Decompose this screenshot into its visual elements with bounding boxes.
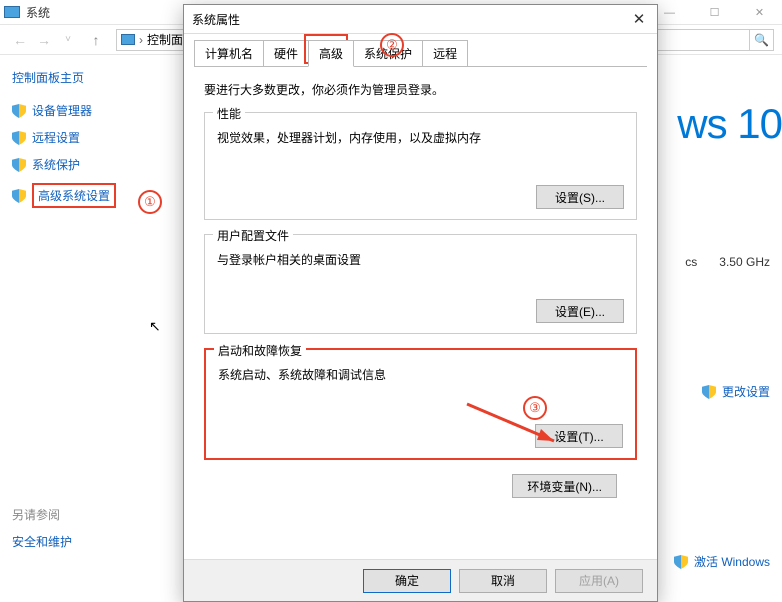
sidebar-item-label: 高级系统设置 — [32, 183, 116, 208]
dialog-titlebar: 系统属性 ✕ — [184, 5, 657, 33]
sidebar-item-label: 系统保护 — [32, 156, 80, 173]
system-properties-dialog: 系统属性 ✕ 计算机名 硬件 高级 系统保护 远程 ② 要进行大多数更改，你必须… — [183, 4, 658, 602]
back-icon[interactable]: ← — [8, 32, 32, 48]
control-panel-home[interactable]: 控制面板主页 — [12, 69, 163, 86]
windows-brand: ws 10 — [677, 100, 782, 148]
dropdown-icon[interactable]: ˅ — [56, 34, 80, 45]
profile-settings-button[interactable]: 设置(E)... — [536, 299, 624, 323]
shield-icon — [12, 131, 26, 145]
tab-hardware[interactable]: 硬件 — [263, 40, 309, 67]
shield-icon — [12, 158, 26, 172]
user-profile-group: 用户配置文件 与登录帐户相关的桌面设置 设置(E)... — [204, 234, 637, 334]
change-settings-link[interactable]: 更改设置 — [702, 383, 770, 400]
maximize-button[interactable]: ☐ — [692, 0, 737, 25]
see-also-header: 另请参阅 — [12, 506, 72, 523]
path-icon — [121, 34, 135, 45]
group-title: 启动和故障恢复 — [214, 342, 306, 359]
sidebar-item-remote[interactable]: 远程设置 — [12, 129, 163, 146]
intro-text: 要进行大多数更改，你必须作为管理员登录。 — [204, 81, 637, 98]
sidebar-item-label: 设备管理器 — [32, 102, 92, 119]
sidebar-item-protection[interactable]: 系统保护 — [12, 156, 163, 173]
system-icon — [4, 6, 20, 18]
shield-icon — [674, 555, 688, 569]
annotation-3: ③ — [523, 396, 547, 420]
startup-settings-button[interactable]: 设置(T)... — [535, 424, 623, 448]
startup-recovery-group: 启动和故障恢复 系统启动、系统故障和调试信息 设置(T)... ③ — [204, 348, 637, 460]
group-desc: 视觉效果，处理器计划，内存使用，以及虚拟内存 — [217, 129, 624, 146]
apply-button[interactable]: 应用(A) — [555, 569, 643, 593]
performance-group: 性能 视觉效果，处理器计划，内存使用，以及虚拟内存 设置(S)... — [204, 112, 637, 220]
tab-computer-name[interactable]: 计算机名 — [194, 40, 264, 67]
search-icon[interactable]: 🔍 — [750, 29, 774, 51]
annotation-2: ② — [380, 33, 404, 57]
dialog-buttons: 确定 取消 应用(A) — [184, 559, 657, 601]
group-desc: 与登录帐户相关的桌面设置 — [217, 251, 624, 268]
shield-icon — [702, 385, 716, 399]
see-also: 另请参阅 安全和维护 — [12, 506, 72, 560]
ok-button[interactable]: 确定 — [363, 569, 451, 593]
annotation-1: ① — [138, 190, 162, 214]
up-icon[interactable]: ↑ — [84, 32, 108, 48]
window-title: 系统 — [26, 4, 50, 21]
sidebar-item-label: 安全和维护 — [12, 533, 72, 550]
sidebar-item-label: 远程设置 — [32, 129, 80, 146]
close-icon[interactable]: ✕ — [627, 10, 651, 28]
env-vars-button[interactable]: 环境变量(N)... — [512, 474, 617, 498]
shield-icon — [12, 104, 26, 118]
forward-icon[interactable]: → — [32, 32, 56, 48]
tab-advanced[interactable]: 高级 — [308, 40, 354, 67]
group-title: 用户配置文件 — [213, 227, 293, 244]
spec-row: cs 3.50 GHz — [685, 255, 770, 269]
close-button[interactable]: ✕ — [737, 0, 782, 25]
shield-icon — [12, 189, 26, 203]
group-desc: 系统启动、系统故障和调试信息 — [218, 366, 623, 383]
sidebar-item-security[interactable]: 安全和维护 — [12, 533, 72, 550]
tab-remote[interactable]: 远程 — [422, 40, 468, 67]
group-title: 性能 — [213, 105, 245, 122]
performance-settings-button[interactable]: 设置(S)... — [536, 185, 624, 209]
cancel-button[interactable]: 取消 — [459, 569, 547, 593]
sidebar-item-device-manager[interactable]: 设备管理器 — [12, 102, 163, 119]
cursor-icon: ↖ — [149, 318, 161, 335]
tab-strip: 计算机名 硬件 高级 系统保护 远程 ② — [184, 34, 657, 67]
activate-windows-link[interactable]: 激活 Windows — [674, 553, 770, 570]
dialog-title: 系统属性 — [192, 11, 240, 28]
